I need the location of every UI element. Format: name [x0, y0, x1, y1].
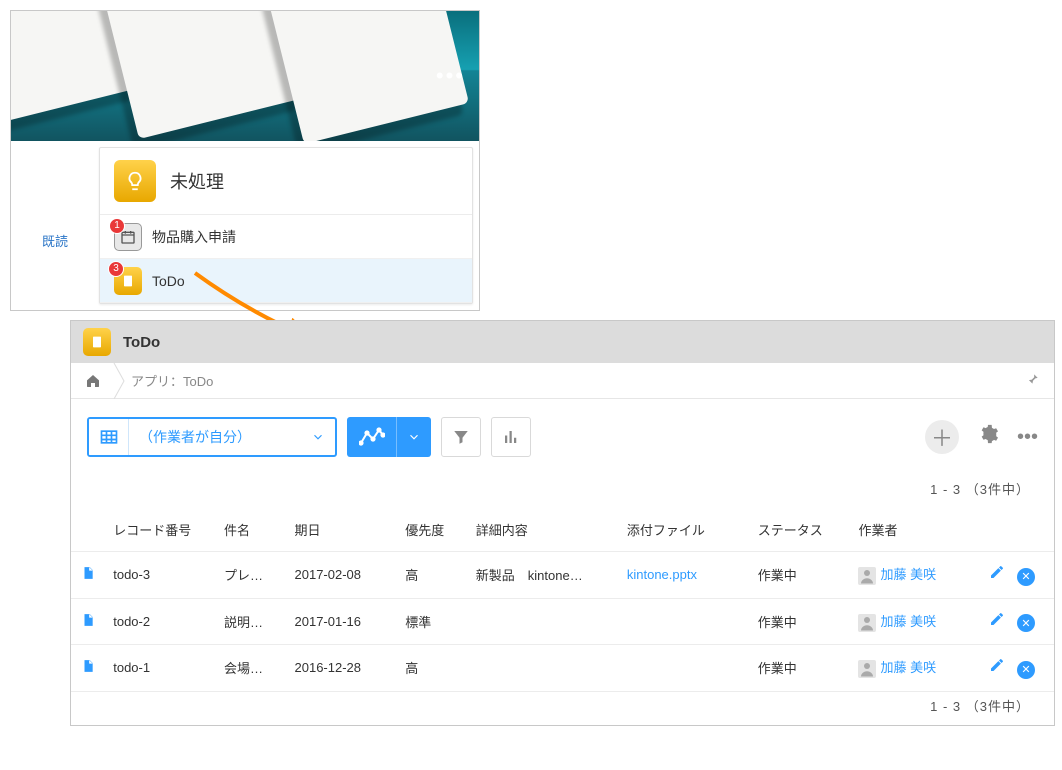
- col-status[interactable]: ステータス: [750, 508, 851, 552]
- app-row-todo[interactable]: 3 ToDo: [100, 259, 472, 303]
- cell-status: 作業中: [750, 645, 851, 692]
- cell-record-no: todo-3: [105, 552, 216, 599]
- breadcrumb: アプリ：ToDo: [71, 363, 1054, 399]
- cell-due: 2017-02-08: [287, 552, 398, 599]
- col-due[interactable]: 期日: [287, 508, 398, 552]
- add-button[interactable]: ＋: [925, 420, 959, 454]
- cell-detail: [468, 645, 619, 692]
- home-icon[interactable]: [85, 373, 101, 389]
- col-record-no[interactable]: レコード番号: [105, 508, 216, 552]
- avatar: [858, 567, 876, 585]
- breadcrumb-app: ToDo: [183, 374, 213, 389]
- list-view-icon: [89, 419, 129, 455]
- cell-status: 作業中: [750, 598, 851, 645]
- document-icon: [81, 616, 95, 631]
- app-row-label: 物品購入申請: [152, 227, 236, 247]
- cell-detail: [468, 598, 619, 645]
- cell-record-no: todo-1: [105, 645, 216, 692]
- filter-button[interactable]: [441, 417, 481, 457]
- more-icon[interactable]: •••: [1017, 426, 1038, 449]
- breadcrumb-prefix: アプリ：: [131, 374, 183, 389]
- col-assignee[interactable]: 作業者: [850, 508, 981, 552]
- col-attachment[interactable]: 添付ファイル: [619, 508, 750, 552]
- app-row-purchase[interactable]: 1 物品購入申請: [100, 215, 472, 259]
- chart-button[interactable]: [347, 417, 431, 457]
- col-priority[interactable]: 優先度: [397, 508, 468, 552]
- cell-due: 2016-12-28: [287, 645, 398, 692]
- chevron-down-icon: [397, 417, 431, 457]
- cell-subject: 会場…: [216, 645, 287, 692]
- edit-icon[interactable]: [989, 564, 1005, 580]
- assignee-link[interactable]: 加藤 美咲: [880, 614, 936, 629]
- hero-image: •••: [11, 11, 479, 141]
- chevron-down-icon: [301, 419, 335, 455]
- bar-chart-button[interactable]: [491, 417, 531, 457]
- todo-app-panel: ToDo アプリ：ToDo （作業者が自分）: [70, 320, 1055, 726]
- records-table: レコード番号 件名 期日 優先度 詳細内容 添付ファイル ステータス 作業者 t…: [71, 508, 1054, 692]
- cell-detail: 新製品 kintone…: [468, 552, 619, 599]
- gear-icon[interactable]: [977, 423, 999, 451]
- edit-icon[interactable]: [989, 611, 1005, 627]
- pager-bottom: 1 - 3 （3件中）: [930, 696, 1030, 715]
- edit-icon[interactable]: [989, 657, 1005, 673]
- badge-count: 3: [108, 261, 124, 277]
- app-titlebar: ToDo: [71, 321, 1054, 363]
- avatar: [858, 614, 876, 632]
- table-row[interactable]: todo-3 プレ… 2017-02-08 高 新製品 kintone… kin…: [71, 552, 1054, 599]
- view-name: （作業者が自分）: [129, 419, 301, 455]
- delete-icon[interactable]: ✕: [1017, 568, 1035, 586]
- cell-priority: 標準: [397, 598, 468, 645]
- clipboard-icon: 3: [114, 267, 142, 295]
- pager-top: 1 - 3 （3件中）: [930, 479, 1030, 498]
- hero-more-icon[interactable]: •••: [436, 63, 465, 89]
- cell-assignee: 加藤 美咲: [850, 552, 981, 599]
- cell-attachment: [619, 598, 750, 645]
- col-subject[interactable]: 件名: [216, 508, 287, 552]
- avatar: [858, 660, 876, 678]
- view-selector[interactable]: （作業者が自分）: [87, 417, 337, 457]
- unprocessed-card: 未処理 1 物品購入申請 3 ToDo: [99, 147, 473, 304]
- lightbulb-icon: [114, 160, 156, 202]
- badge-count: 1: [109, 218, 125, 234]
- delete-icon[interactable]: ✕: [1017, 661, 1035, 679]
- document-icon: [81, 569, 95, 584]
- table-row[interactable]: todo-1 会場… 2016-12-28 高 作業中 加藤 美咲 ✕: [71, 645, 1054, 692]
- unprocessed-panel: ••• 既読 未処理 1 物品購入申請 3: [10, 10, 480, 311]
- col-detail[interactable]: 詳細内容: [468, 508, 619, 552]
- line-chart-icon: [347, 417, 397, 457]
- calendar-icon: 1: [114, 223, 142, 251]
- cell-subject: プレ…: [216, 552, 287, 599]
- card-title: 未処理: [170, 168, 224, 194]
- cell-attachment: [619, 645, 750, 692]
- pin-icon[interactable]: [1026, 372, 1040, 389]
- app-row-label: ToDo: [152, 273, 185, 289]
- document-icon: [81, 662, 95, 677]
- cell-priority: 高: [397, 645, 468, 692]
- cell-assignee: 加藤 美咲: [850, 598, 981, 645]
- cell-record-no: todo-2: [105, 598, 216, 645]
- cell-priority: 高: [397, 552, 468, 599]
- app-title: ToDo: [123, 334, 160, 351]
- cell-due: 2017-01-16: [287, 598, 398, 645]
- table-row[interactable]: todo-2 説明… 2017-01-16 標準 作業中 加藤 美咲 ✕: [71, 598, 1054, 645]
- cell-assignee: 加藤 美咲: [850, 645, 981, 692]
- attachment-link[interactable]: kintone.pptx: [627, 567, 697, 582]
- toolbar: （作業者が自分） ＋ •••: [71, 399, 1054, 475]
- delete-icon[interactable]: ✕: [1017, 614, 1035, 632]
- cell-status: 作業中: [750, 552, 851, 599]
- clipboard-icon: [83, 328, 111, 356]
- read-link[interactable]: 既読: [42, 234, 68, 249]
- assignee-link[interactable]: 加藤 美咲: [880, 660, 936, 675]
- cell-attachment: kintone.pptx: [619, 552, 750, 599]
- cell-subject: 説明…: [216, 598, 287, 645]
- assignee-link[interactable]: 加藤 美咲: [880, 567, 936, 582]
